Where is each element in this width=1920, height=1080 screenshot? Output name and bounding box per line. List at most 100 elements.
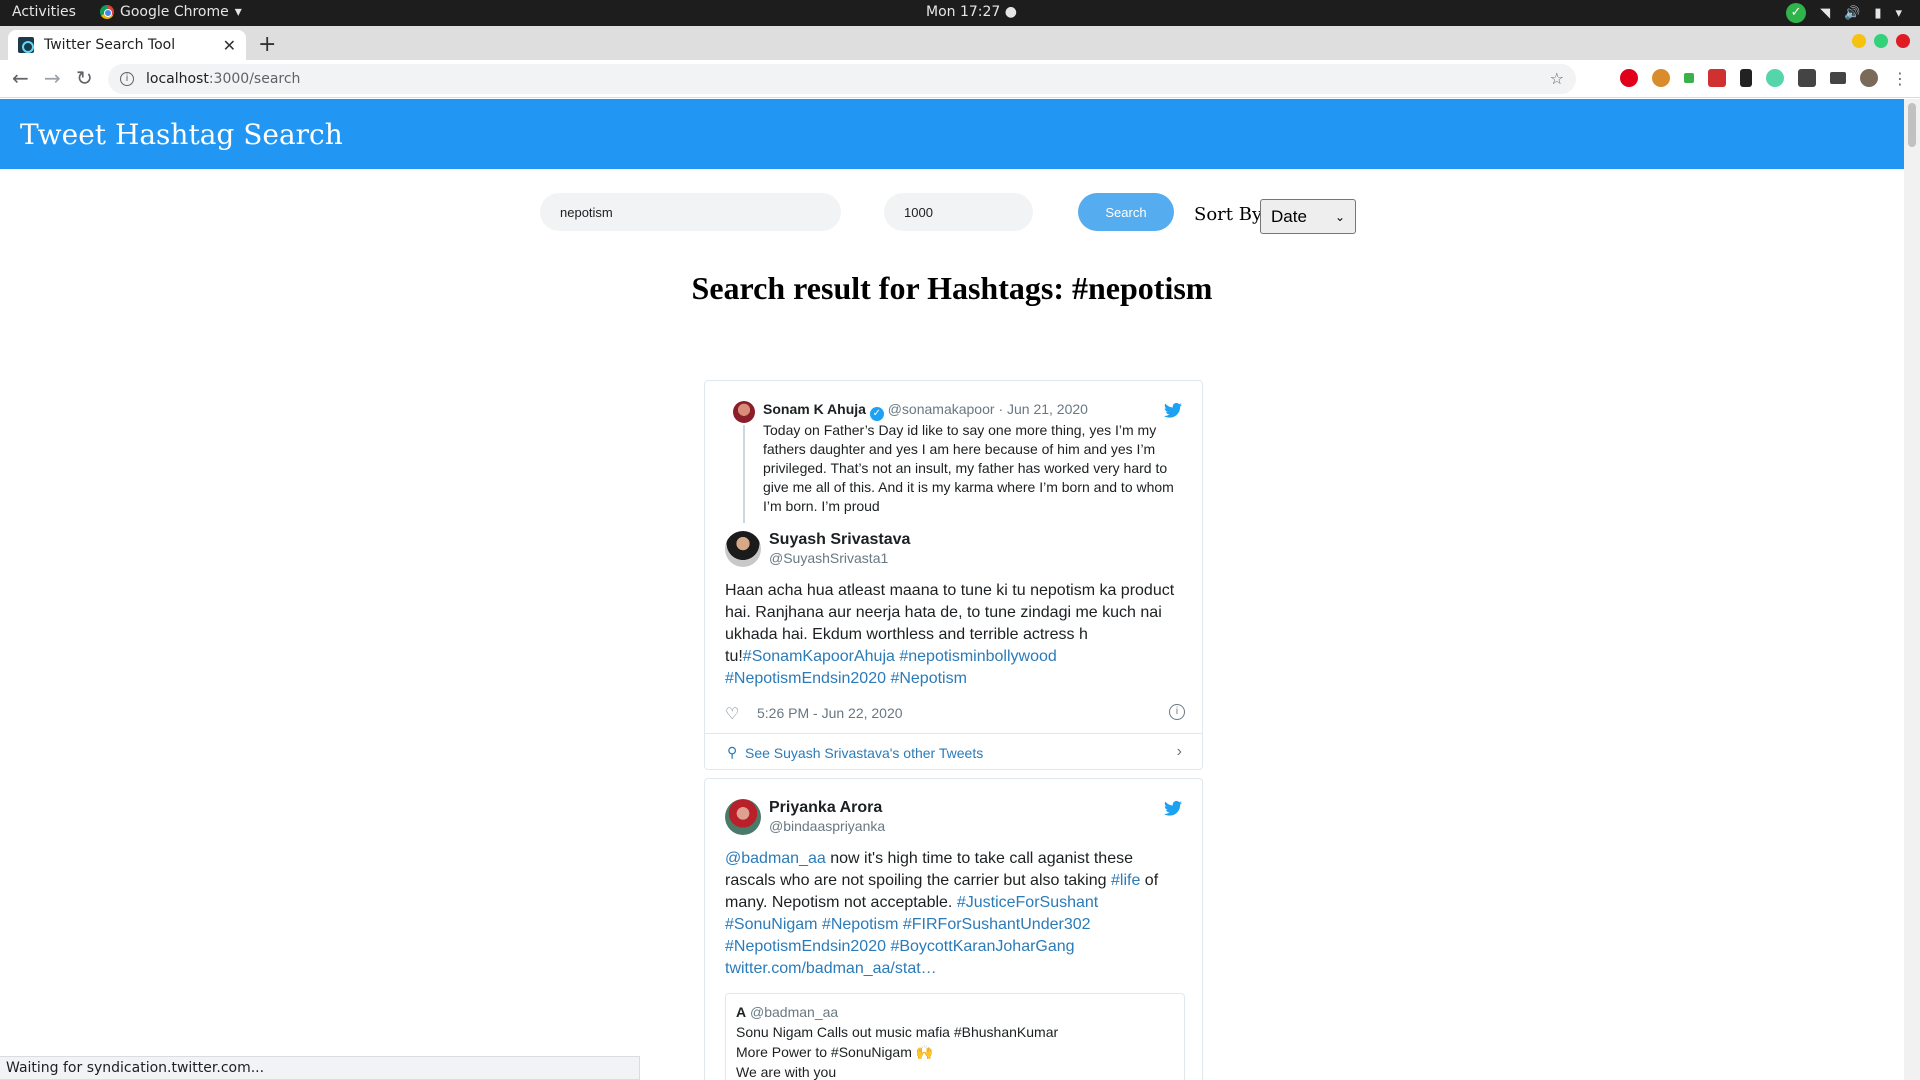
- hashtag-link[interactable]: #NepotismEndsin2020 #Nepotism: [725, 670, 967, 687]
- opera-extension-icon[interactable]: [1620, 69, 1638, 87]
- tweet-text-part: of: [1140, 872, 1159, 889]
- tweet-text-part: now it's high time to take call aganist …: [825, 850, 1133, 867]
- feather-extension-icon[interactable]: [1740, 69, 1752, 87]
- hashtag-link[interactable]: #SonuNigam #Nepotism #FIRForSushantUnder…: [725, 916, 1091, 933]
- hashtag-search-input[interactable]: [540, 193, 841, 231]
- quoted-tweet-line: We are with you: [736, 1064, 837, 1080]
- chrome-icon: [100, 5, 114, 19]
- quoted-tweet-line: Sonu Nigam Calls out music mafia #Bhusha…: [736, 1024, 1059, 1040]
- extension-icon[interactable]: [1766, 69, 1784, 87]
- chevron-right-icon: ›: [1176, 743, 1182, 760]
- page-scrollbar[interactable]: [1904, 99, 1920, 1080]
- tweet-author-handle[interactable]: @bindaaspriyanka: [769, 818, 885, 834]
- profile-avatar[interactable]: [1860, 69, 1878, 87]
- sort-select[interactable]: Date ⌄: [1260, 199, 1356, 234]
- quoted-tweet-header: A @badman_aa: [736, 1002, 838, 1022]
- plus-extension-icon[interactable]: [1684, 73, 1694, 83]
- system-tray[interactable]: ✓ ◥ 🔊 ▮ ▾: [1786, 3, 1902, 23]
- react-favicon-icon: [18, 37, 34, 53]
- forward-arrow-icon[interactable]: →: [44, 66, 61, 90]
- bookmark-star-icon[interactable]: ☆: [1550, 69, 1564, 88]
- quoted-tweet-box[interactable]: A @badman_aa Sonu Nigam Calls out music …: [725, 993, 1185, 1080]
- tweet-text: Haan acha hua atleast maana to tune ki t…: [725, 580, 1185, 690]
- heart-icon[interactable]: ♡: [725, 704, 739, 724]
- check-icon[interactable]: ✓: [1786, 3, 1807, 23]
- scrollbar-thumb[interactable]: [1908, 103, 1916, 147]
- quoted-author-name: A: [736, 1004, 747, 1020]
- verified-badge-icon: ✓: [869, 407, 884, 421]
- person-icon: ⚲: [727, 744, 738, 760]
- thread-line: [743, 425, 745, 523]
- extensions-area: ⋮: [1620, 69, 1908, 88]
- url-path: :3000/search: [208, 71, 301, 87]
- close-window-button[interactable]: [1896, 34, 1910, 48]
- tweet-author-name[interactable]: Suyash Srivastava: [769, 531, 910, 549]
- minimize-button[interactable]: [1852, 34, 1866, 48]
- quoted-author-handle: @badman_aa: [750, 1004, 839, 1020]
- hashtag-link[interactable]: #JusticeForSushant: [957, 894, 1098, 911]
- volume-icon: 🔊: [1844, 5, 1861, 21]
- close-tab-icon[interactable]: ✕: [223, 36, 236, 55]
- activities-button[interactable]: Activities: [12, 4, 76, 20]
- quoted-tweet-text: Today on Father’s Day id like to say one…: [763, 422, 1174, 514]
- address-bar[interactable]: i localhost:3000/search ☆: [108, 64, 1576, 94]
- chevron-down-icon: ⌄: [1334, 209, 1345, 224]
- app-title: Tweet Hashtag Search: [20, 118, 343, 151]
- tab-strip: Twitter Search Tool ✕ +: [0, 26, 1920, 60]
- media-control-icon[interactable]: [1830, 72, 1846, 84]
- tweet-text: @badman_aa now it's high time to take ca…: [725, 848, 1185, 980]
- hashtag-link[interactable]: #NepotismEndsin2020 #BoycottKaranJoharGa…: [725, 938, 1075, 955]
- app-menu[interactable]: Google Chrome ▾: [100, 4, 242, 20]
- new-tab-button[interactable]: +: [258, 32, 276, 57]
- avatar[interactable]: [725, 799, 761, 835]
- sort-label: Sort By:: [1194, 204, 1269, 225]
- twitter-bird-icon[interactable]: [1164, 403, 1182, 418]
- tweet-card[interactable]: Priyanka Arora @bindaaspriyanka @badman_…: [704, 778, 1203, 1080]
- tweet-author-name[interactable]: Priyanka Arora: [769, 799, 882, 817]
- info-icon[interactable]: i: [120, 72, 134, 86]
- tweet-card[interactable]: Sonam K Ahuja ✓ @sonamakapoor · Jun 21, …: [704, 380, 1203, 770]
- back-arrow-icon[interactable]: ←: [12, 66, 29, 90]
- url-host: localhost: [146, 71, 209, 87]
- avatar[interactable]: [725, 531, 761, 567]
- tweet-text-part: rascals who are not spoiling the carrier…: [725, 872, 1111, 889]
- extension-icon[interactable]: [1708, 69, 1726, 87]
- os-top-bar: Activities Google Chrome ▾ Mon 17:27 ● ✓…: [0, 0, 1920, 26]
- battery-icon: ▮: [1874, 5, 1882, 21]
- puzzle-extensions-icon[interactable]: [1798, 69, 1816, 87]
- quoted-tweet-line: More Power to #SonuNigam 🙌: [736, 1044, 934, 1060]
- sort-selected-value: Date: [1271, 206, 1307, 226]
- app-header: Tweet Hashtag Search: [0, 99, 1904, 169]
- tweet-text-part: many. Nepotism not acceptable.: [725, 894, 957, 911]
- twitter-bird-icon[interactable]: [1164, 801, 1182, 816]
- tweet-count-input[interactable]: [884, 193, 1033, 231]
- maximize-button[interactable]: [1874, 34, 1888, 48]
- see-more-tweets-link[interactable]: ⚲ See Suyash Srivastava's other Tweets ›: [705, 733, 1202, 769]
- wifi-icon: ◥: [1820, 5, 1831, 21]
- kebab-menu-icon[interactable]: ⋮: [1892, 69, 1908, 88]
- quoted-tweet-date[interactable]: · Jun 21, 2020: [998, 401, 1088, 417]
- see-more-label: See Suyash Srivastava's other Tweets: [745, 745, 984, 761]
- window-controls: [1852, 34, 1910, 48]
- quoted-author-name[interactable]: Sonam K Ahuja: [763, 401, 866, 417]
- hashtag-link[interactable]: #SonamKapoorAhuja #nepotisminbollywood: [743, 648, 1057, 665]
- clock[interactable]: Mon 17:27 ●: [926, 4, 1017, 20]
- info-icon[interactable]: i: [1169, 704, 1185, 720]
- reload-icon[interactable]: ↻: [76, 66, 93, 90]
- tweet-url-link[interactable]: twitter.com/badman_aa/stat…: [725, 960, 937, 977]
- chevron-down-icon: ▾: [234, 4, 242, 20]
- chevron-down-icon: ▾: [1895, 5, 1902, 21]
- cookie-extension-icon[interactable]: [1652, 69, 1670, 87]
- avatar[interactable]: [733, 401, 755, 423]
- browser-status-bubble: Waiting for syndication.twitter.com...: [0, 1056, 640, 1080]
- search-button[interactable]: Search: [1078, 193, 1174, 231]
- mention-link[interactable]: @badman_aa: [725, 850, 826, 867]
- quoted-author-handle[interactable]: @sonamakapoor: [888, 401, 995, 417]
- tweet-timestamp[interactable]: 5:26 PM - Jun 22, 2020: [757, 705, 903, 721]
- hashtag-link[interactable]: #life: [1111, 872, 1140, 889]
- tab-title: Twitter Search Tool: [44, 37, 176, 53]
- app-menu-label: Google Chrome: [120, 4, 229, 20]
- quoted-tweet-header: Sonam K Ahuja ✓ @sonamakapoor · Jun 21, …: [763, 401, 1088, 421]
- tweet-author-handle[interactable]: @SuyashSrivasta1: [769, 550, 888, 566]
- browser-tab[interactable]: Twitter Search Tool ✕: [8, 30, 246, 60]
